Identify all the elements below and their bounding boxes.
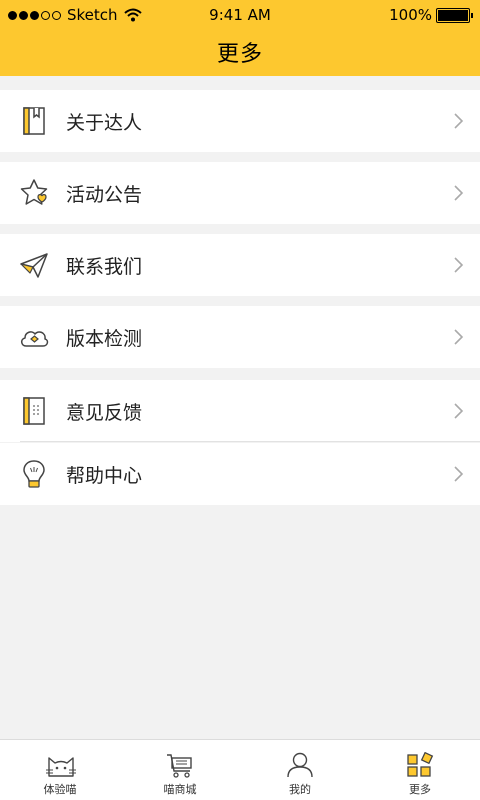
grid-icon xyxy=(407,752,434,777)
menu-item-label: 活动公告 xyxy=(66,184,143,206)
book-icon xyxy=(23,107,45,135)
menu-item-announcements[interactable]: 活动公告 xyxy=(0,162,480,224)
status-bar: Sketch 9:41 AM 100% xyxy=(0,0,480,30)
chevron-right-icon xyxy=(454,466,464,482)
tab-label: 体验喵 xyxy=(43,783,77,796)
divider xyxy=(20,441,480,442)
menu-item-label: 关于达人 xyxy=(66,112,143,134)
tab-label: 更多 xyxy=(409,783,431,796)
menu-item-help-center[interactable]: 帮助中心 xyxy=(0,443,480,505)
tab-more[interactable]: 更多 xyxy=(360,740,480,800)
lightbulb-icon xyxy=(23,460,45,488)
header-bar: Sketch 9:41 AM 100% 更多 xyxy=(0,0,480,76)
paper-plane-icon xyxy=(20,253,48,278)
cart-icon xyxy=(167,754,192,778)
notebook-icon xyxy=(23,397,45,425)
menu-item-label: 联系我们 xyxy=(66,256,143,278)
menu-item-contact[interactable]: 联系我们 xyxy=(0,234,480,296)
menu-item-feedback[interactable]: 意见反馈 xyxy=(0,380,480,442)
person-icon xyxy=(287,752,313,778)
page-title: 更多 xyxy=(216,42,263,67)
tab-bar: 体验喵 喵商城 我的 更多 xyxy=(0,739,480,800)
cat-icon xyxy=(46,757,76,777)
tab-experience[interactable]: 体验喵 xyxy=(0,740,120,800)
status-right: 100% xyxy=(389,6,473,24)
chevron-right-icon xyxy=(454,329,464,345)
tab-shop[interactable]: 喵商城 xyxy=(120,740,240,800)
tab-label: 喵商城 xyxy=(163,783,197,796)
chevron-right-icon xyxy=(454,113,464,129)
chevron-right-icon xyxy=(454,185,464,201)
tab-mine[interactable]: 我的 xyxy=(240,740,360,800)
menu-item-about[interactable]: 关于达人 xyxy=(0,90,480,152)
cloud-refresh-icon xyxy=(21,331,49,347)
menu-item-label: 帮助中心 xyxy=(66,465,143,487)
battery-percent: 100% xyxy=(389,6,432,24)
chevron-right-icon xyxy=(454,403,464,419)
menu-item-label: 版本检测 xyxy=(66,328,143,350)
battery-icon xyxy=(436,7,473,23)
menu-item-label: 意见反馈 xyxy=(66,402,143,424)
menu-item-version-check[interactable]: 版本检测 xyxy=(0,306,480,368)
star-heart-icon xyxy=(20,179,48,205)
tab-label: 我的 xyxy=(289,783,311,796)
chevron-right-icon xyxy=(454,257,464,273)
